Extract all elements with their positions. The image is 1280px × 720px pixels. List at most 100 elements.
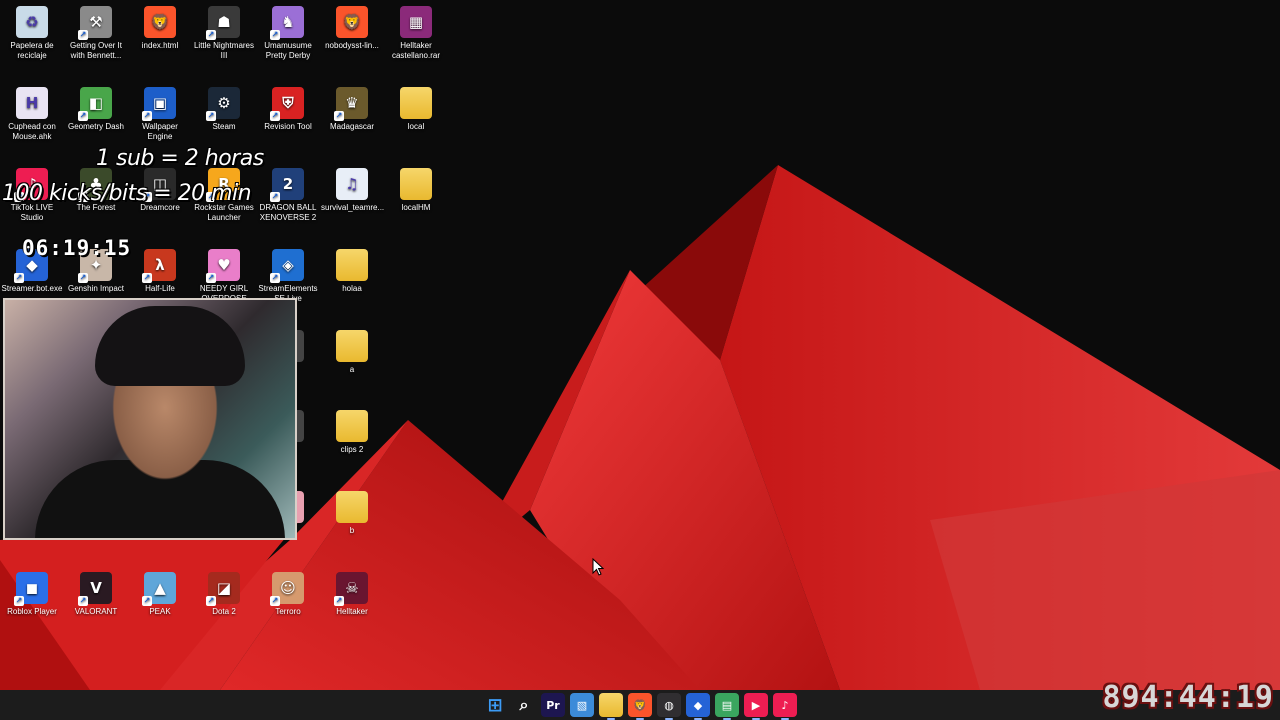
taskbar-file-explorer[interactable] — [599, 693, 623, 720]
desktop-icon-label: Dota 2 — [212, 607, 236, 616]
desktop-icon-roblox-player[interactable]: ◼ ↗ Roblox Player — [0, 568, 64, 617]
desktop-icon-peak[interactable]: ▲ ↗ PEAK — [128, 568, 192, 617]
shortcut-arrow-icon: ↗ — [206, 30, 216, 40]
shortcut-arrow-icon: ↗ — [334, 111, 344, 121]
desktop-icon-valorant[interactable]: V ↗ VALORANT — [64, 568, 128, 617]
desktop-icon-little-nightmares-iii[interactable]: ☗ ↗ Little Nightmares III — [192, 2, 256, 61]
desktop-icon-needy-girl-overdose[interactable]: ♥↗NEEDY GIRL OVERDOSE — [192, 245, 256, 304]
little-nightmares-icon: ☗ ↗ — [206, 6, 240, 40]
taskbar-brave[interactable]: 🦁 — [628, 693, 652, 720]
desktop-icon-dota-2[interactable]: ◪ ↗ Dota 2 — [192, 568, 256, 617]
desktop-icon-helltaker[interactable]: ☠ ↗ Helltaker — [320, 568, 384, 617]
desktop-icon-local[interactable]: local — [384, 83, 448, 132]
madagascar-icon: ♛ ↗ — [334, 87, 368, 121]
peak-icon: ▲ ↗ — [142, 572, 176, 606]
taskbar-premiere[interactable]: Pr — [541, 693, 565, 717]
desktop-icon-label: Getting Over It with Bennett... — [69, 41, 123, 60]
desktop-icon-label: localHM — [401, 203, 431, 212]
photos-icon: ▧ — [576, 698, 588, 712]
roblox-icon: ◼ ↗ — [14, 572, 48, 606]
helltaker-icon: ☠ ↗ — [334, 572, 368, 606]
desktop-icon-label: Rockstar Games Launcher — [194, 203, 254, 222]
desktop-icon-getting-over-it-with-bennett[interactable]: ⚒ ↗ Getting Over It with Bennett... — [64, 2, 128, 61]
webcam-overlay — [3, 298, 297, 540]
shortcut-arrow-icon: ↗ — [78, 273, 88, 283]
desktop-icon-index-html[interactable]: 🦁 index.html — [128, 2, 192, 51]
app-icon: ▤ — [721, 698, 733, 712]
desktop-icon-helltaker-castellano-rar[interactable]: ▦ Helltaker castellano.rar — [384, 2, 448, 61]
taskbar-tiktok-studio[interactable]: ▶ — [744, 693, 768, 720]
brave-icon: 🦁 — [633, 698, 647, 712]
desktop-icon-label: PEAK — [149, 607, 171, 616]
half-life-icon: λ ↗ — [142, 249, 176, 283]
taskbar-app-green[interactable]: ▤ — [715, 693, 739, 720]
overlay-kicks-rule: 100 kicks/bits = 20 min — [2, 181, 252, 206]
taskbar-obs[interactable]: ◍ — [657, 693, 681, 720]
taskbar-tiktok[interactable]: ♪ — [773, 693, 797, 720]
desktop-icon-nobodysst-lin[interactable]: 🦁 nobodysst-lin... — [320, 2, 384, 51]
desktop-icon-revision-tool[interactable]: ⛨ ↗ Revision Tool — [256, 83, 320, 132]
desktop-icon-label: Streamer.bot.exe — [1, 284, 63, 293]
desktop-icon-streamelements-se-live[interactable]: ◈↗StreamElements SE.Live — [256, 245, 320, 304]
dota2-icon: ◪ ↗ — [206, 572, 240, 606]
desktop-icon-b[interactable]: b — [320, 487, 384, 536]
taskbar-search[interactable]: ⌕ — [512, 693, 536, 717]
shortcut-arrow-icon: ↗ — [206, 111, 216, 121]
taskbar: ⊞ ⌕ Pr ▧ 🦁 ◍ ◆ ▤ ▶ ♪ — [0, 690, 1280, 720]
windows-icon: ⊞ — [487, 694, 503, 716]
desktop-icon-dragon-ball-xenoverse-2[interactable]: 2 ↗ DRAGON BALL XENOVERSE 2 — [256, 164, 320, 223]
brave-icon: 🦁 — [144, 6, 176, 38]
umamusume-icon: ♞ ↗ — [270, 6, 304, 40]
shortcut-arrow-icon: ↗ — [270, 30, 280, 40]
desktop-icon-geometry-dash[interactable]: ◧ ↗ Geometry Dash — [64, 83, 128, 132]
tiktok-icon: ♪ — [781, 698, 789, 712]
obs-icon: ◍ — [664, 698, 674, 712]
shortcut-arrow-icon: ↗ — [334, 596, 344, 606]
taskbar-photos[interactable]: ▧ — [570, 693, 594, 717]
desktop-icon-wallpaper-engine[interactable]: ▣ ↗ Wallpaper Engine — [128, 83, 192, 142]
shortcut-arrow-icon: ↗ — [78, 111, 88, 121]
folder-icon — [400, 87, 432, 119]
desktop-icon-localhm[interactable]: localHM — [384, 164, 448, 213]
steam-icon: ⚙ ↗ — [206, 87, 240, 121]
desktop-icon-label: Umamusume Pretty Derby — [264, 41, 312, 60]
desktop-icon-label: holaa — [342, 284, 362, 293]
streamelements-icon: ◈ ↗ — [270, 249, 304, 283]
desktop-icon-a[interactable]: a — [320, 326, 384, 375]
taskbar-streamer-bot[interactable]: ◆ — [686, 693, 710, 720]
desktop-icon-label: b — [349, 526, 355, 535]
needy-girl-icon: ♥ ↗ — [206, 249, 240, 283]
desktop-icon-terroro[interactable]: ☺ ↗ Terroro — [256, 568, 320, 617]
desktop-icon-label: Genshin Impact — [67, 284, 125, 293]
shortcut-arrow-icon: ↗ — [206, 596, 216, 606]
desktop-icon-cuphead-con-mouse-ahk[interactable]: H Cuphead con Mouse.ahk — [0, 83, 64, 142]
dragon-ball-icon: 2 ↗ — [270, 168, 304, 202]
search-icon: ⌕ — [519, 695, 529, 714]
tiktok-live-icon: ▶ — [751, 698, 761, 712]
folder-icon — [336, 249, 368, 281]
start-button[interactable]: ⊞ — [483, 693, 507, 717]
desktop-icon-umamusume-pretty-derby[interactable]: ♞ ↗ Umamusume Pretty Derby — [256, 2, 320, 61]
shortcut-arrow-icon: ↗ — [270, 273, 280, 283]
shortcut-arrow-icon: ↗ — [206, 273, 216, 283]
shortcut-arrow-icon: ↗ — [142, 596, 152, 606]
desktop-icon-survival-teamre[interactable]: ♫ survival_teamre... — [320, 164, 384, 213]
recycle-bin-icon: ♻ — [16, 6, 48, 38]
streamer-bot-icon: ◆ — [693, 698, 703, 712]
desktop-icon-papelera-de-reciclaje[interactable]: ♻ Papelera de reciclaje — [0, 2, 64, 61]
desktop-icon-holaa[interactable]: holaa — [320, 245, 384, 294]
wav-file-icon: ♫ — [336, 168, 368, 200]
overlay-sub-rule: 1 sub = 2 horas — [96, 146, 264, 171]
shortcut-arrow-icon: ↗ — [270, 192, 280, 202]
desktop-icon-label: Roblox Player — [7, 607, 57, 616]
shortcut-arrow-icon: ↗ — [142, 111, 152, 121]
desktop-icon-clips-2[interactable]: clips 2 — [320, 406, 384, 455]
desktop-icon-label: Revision Tool — [264, 122, 312, 131]
mouse-cursor-icon — [592, 558, 604, 576]
overlay-timer-large: 894:44:19 — [1102, 680, 1274, 715]
desktop-icon-steam[interactable]: ⚙ ↗ Steam — [192, 83, 256, 132]
desktop-icon-label: Geometry Dash — [67, 122, 125, 131]
desktop-icon-madagascar[interactable]: ♛ ↗ Madagascar — [320, 83, 384, 132]
desktop-icon-label: a — [349, 365, 355, 374]
desktop-icon-half-life[interactable]: λ ↗ Half-Life — [128, 245, 192, 294]
